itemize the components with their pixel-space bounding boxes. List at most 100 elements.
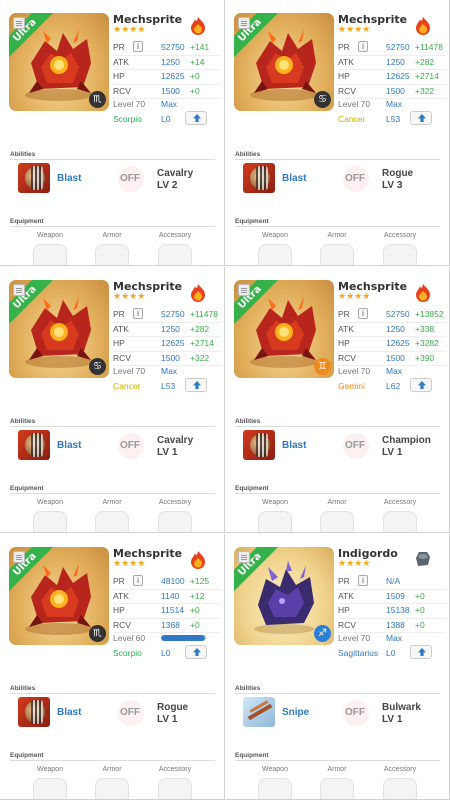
equipment-heading: Equipment <box>235 218 269 225</box>
equipment-heading: Equipment <box>10 218 44 225</box>
monster-portrait[interactable]: Ultra ♋ <box>234 13 334 111</box>
stat-label: ATK <box>338 323 354 334</box>
ability-toggle[interactable]: OFF <box>345 707 365 718</box>
blast-icon[interactable] <box>18 697 50 727</box>
book-icon[interactable] <box>13 284 25 296</box>
accessory-slot[interactable] <box>158 778 192 799</box>
ability-name[interactable]: Blast <box>57 707 81 718</box>
weapon-slot[interactable] <box>258 244 292 265</box>
class-name: Bulwark <box>382 702 421 713</box>
book-icon[interactable] <box>238 17 250 29</box>
monster-card[interactable]: Ultra ♋ Mechsprite ★★★★ PR i 52750 +1147… <box>0 267 225 533</box>
upgrade-button[interactable] <box>185 378 207 392</box>
monster-card[interactable]: Ultra ♏ Mechsprite ★★★★ PR i 48100 +125 … <box>0 534 225 800</box>
monster-portrait[interactable]: Ultra ♏ <box>9 547 109 645</box>
armor-slot[interactable] <box>320 511 354 532</box>
accessory-slot[interactable] <box>383 778 417 799</box>
fire-icon <box>190 17 206 35</box>
stat-value: 12625 <box>161 71 185 81</box>
equipment-heading: Equipment <box>10 752 44 759</box>
class-level: LV 2 <box>157 180 178 191</box>
snipe-icon[interactable] <box>243 697 275 727</box>
stats-table: PR i N/A ATK 1509 +0 HP 15138 +0 RCV 138… <box>338 575 446 633</box>
weapon-slot[interactable] <box>258 778 292 799</box>
upgrade-button[interactable] <box>410 111 432 125</box>
stats-table: PR i 52750 +11478 ATK 1250 +282 HP 12625… <box>113 308 221 366</box>
blast-icon[interactable] <box>18 163 50 193</box>
book-icon[interactable] <box>238 284 250 296</box>
armor-label: Armor <box>327 232 347 239</box>
accessory-label: Accessory <box>158 499 192 506</box>
weapon-slot[interactable] <box>33 511 67 532</box>
zodiac-sign: Scorpio <box>113 114 142 124</box>
upgrade-button[interactable] <box>185 111 207 125</box>
info-button[interactable]: i <box>133 41 143 52</box>
ability-name[interactable]: Blast <box>57 440 81 451</box>
stat-label: RCV <box>338 619 356 630</box>
ability-toggle[interactable]: OFF <box>345 440 365 451</box>
ability-name[interactable]: Blast <box>57 173 81 184</box>
stat-row-hp: HP 11514 +0 <box>113 604 221 619</box>
weapon-slot[interactable] <box>258 511 292 532</box>
stat-label: ATK <box>113 323 129 334</box>
ability-toggle[interactable]: OFF <box>120 173 140 184</box>
armor-slot[interactable] <box>95 244 129 265</box>
book-icon[interactable] <box>13 551 25 563</box>
level-points: L53 <box>386 114 401 124</box>
book-icon[interactable] <box>13 17 25 29</box>
upgrade-button[interactable] <box>185 645 207 659</box>
accessory-label: Accessory <box>383 232 417 239</box>
accessory-label: Accessory <box>383 766 417 773</box>
stone-icon <box>415 551 431 569</box>
monster-card[interactable]: Ultra ♏ Mechsprite ★★★★ PR i 52750 +141 … <box>0 0 225 266</box>
ability-toggle[interactable]: OFF <box>120 707 140 718</box>
info-button[interactable]: i <box>133 575 143 586</box>
stat-label: ATK <box>113 590 129 601</box>
monster-portrait[interactable]: Ultra ♋ <box>9 280 109 378</box>
info-button[interactable]: i <box>133 308 143 319</box>
armor-slot[interactable] <box>95 778 129 799</box>
armor-slot[interactable] <box>95 511 129 532</box>
monster-card[interactable]: Ultra ♊ Mechsprite ★★★★ PR i 52750 +1385… <box>225 267 450 533</box>
stat-row-hp: HP 12625 +2714 <box>113 337 221 352</box>
stat-value: 1140 <box>161 590 180 601</box>
fire-icon <box>190 551 206 569</box>
weapon-slot[interactable] <box>33 778 67 799</box>
monster-card[interactable]: Ultra ♐ Indigordo ★★★★ PR i N/A ATK 1509… <box>225 534 450 800</box>
accessory-slot[interactable] <box>383 244 417 265</box>
stat-row-atk: ATK 1250 +338 <box>338 323 446 337</box>
stats-table: PR i 48100 +125 ATK 1140 +12 HP 11514 +0… <box>113 575 221 633</box>
armor-label: Armor <box>327 499 347 506</box>
accessory-slot[interactable] <box>158 244 192 265</box>
armor-slot[interactable] <box>320 778 354 799</box>
ability-toggle[interactable]: OFF <box>345 173 365 184</box>
stat-label: PR <box>338 42 350 52</box>
monster-portrait[interactable]: Ultra ♐ <box>234 547 334 645</box>
stat-value: 1368 <box>161 619 180 630</box>
monster-portrait[interactable]: Ultra ♏ <box>9 13 109 111</box>
accessory-slot[interactable] <box>158 511 192 532</box>
ability-name[interactable]: Blast <box>282 173 306 184</box>
armor-slot[interactable] <box>320 244 354 265</box>
stat-row-rcv: RCV 1500 +322 <box>338 85 446 99</box>
stat-bonus: +11478 <box>415 42 443 52</box>
monster-card[interactable]: Ultra ♋ Mechsprite ★★★★ PR i 52750 +1147… <box>225 0 450 266</box>
monster-portrait[interactable]: Ultra ♊ <box>234 280 334 378</box>
ability-name[interactable]: Blast <box>282 440 306 451</box>
info-button[interactable]: i <box>358 575 368 586</box>
blast-icon[interactable] <box>243 163 275 193</box>
stat-bonus: +14 <box>190 56 205 67</box>
ability-toggle[interactable]: OFF <box>120 440 140 451</box>
upgrade-button[interactable] <box>410 378 432 392</box>
blast-icon[interactable] <box>243 430 275 460</box>
info-button[interactable]: i <box>358 41 368 52</box>
blast-icon[interactable] <box>18 430 50 460</box>
upgrade-button[interactable] <box>410 645 432 659</box>
ability-name[interactable]: Snipe <box>282 707 309 718</box>
info-button[interactable]: i <box>358 308 368 319</box>
book-icon[interactable] <box>238 551 250 563</box>
weapon-slot[interactable] <box>33 244 67 265</box>
stat-row-rcv: RCV 1368 +0 <box>113 619 221 633</box>
class-level: LV 1 <box>382 714 403 725</box>
accessory-slot[interactable] <box>383 511 417 532</box>
